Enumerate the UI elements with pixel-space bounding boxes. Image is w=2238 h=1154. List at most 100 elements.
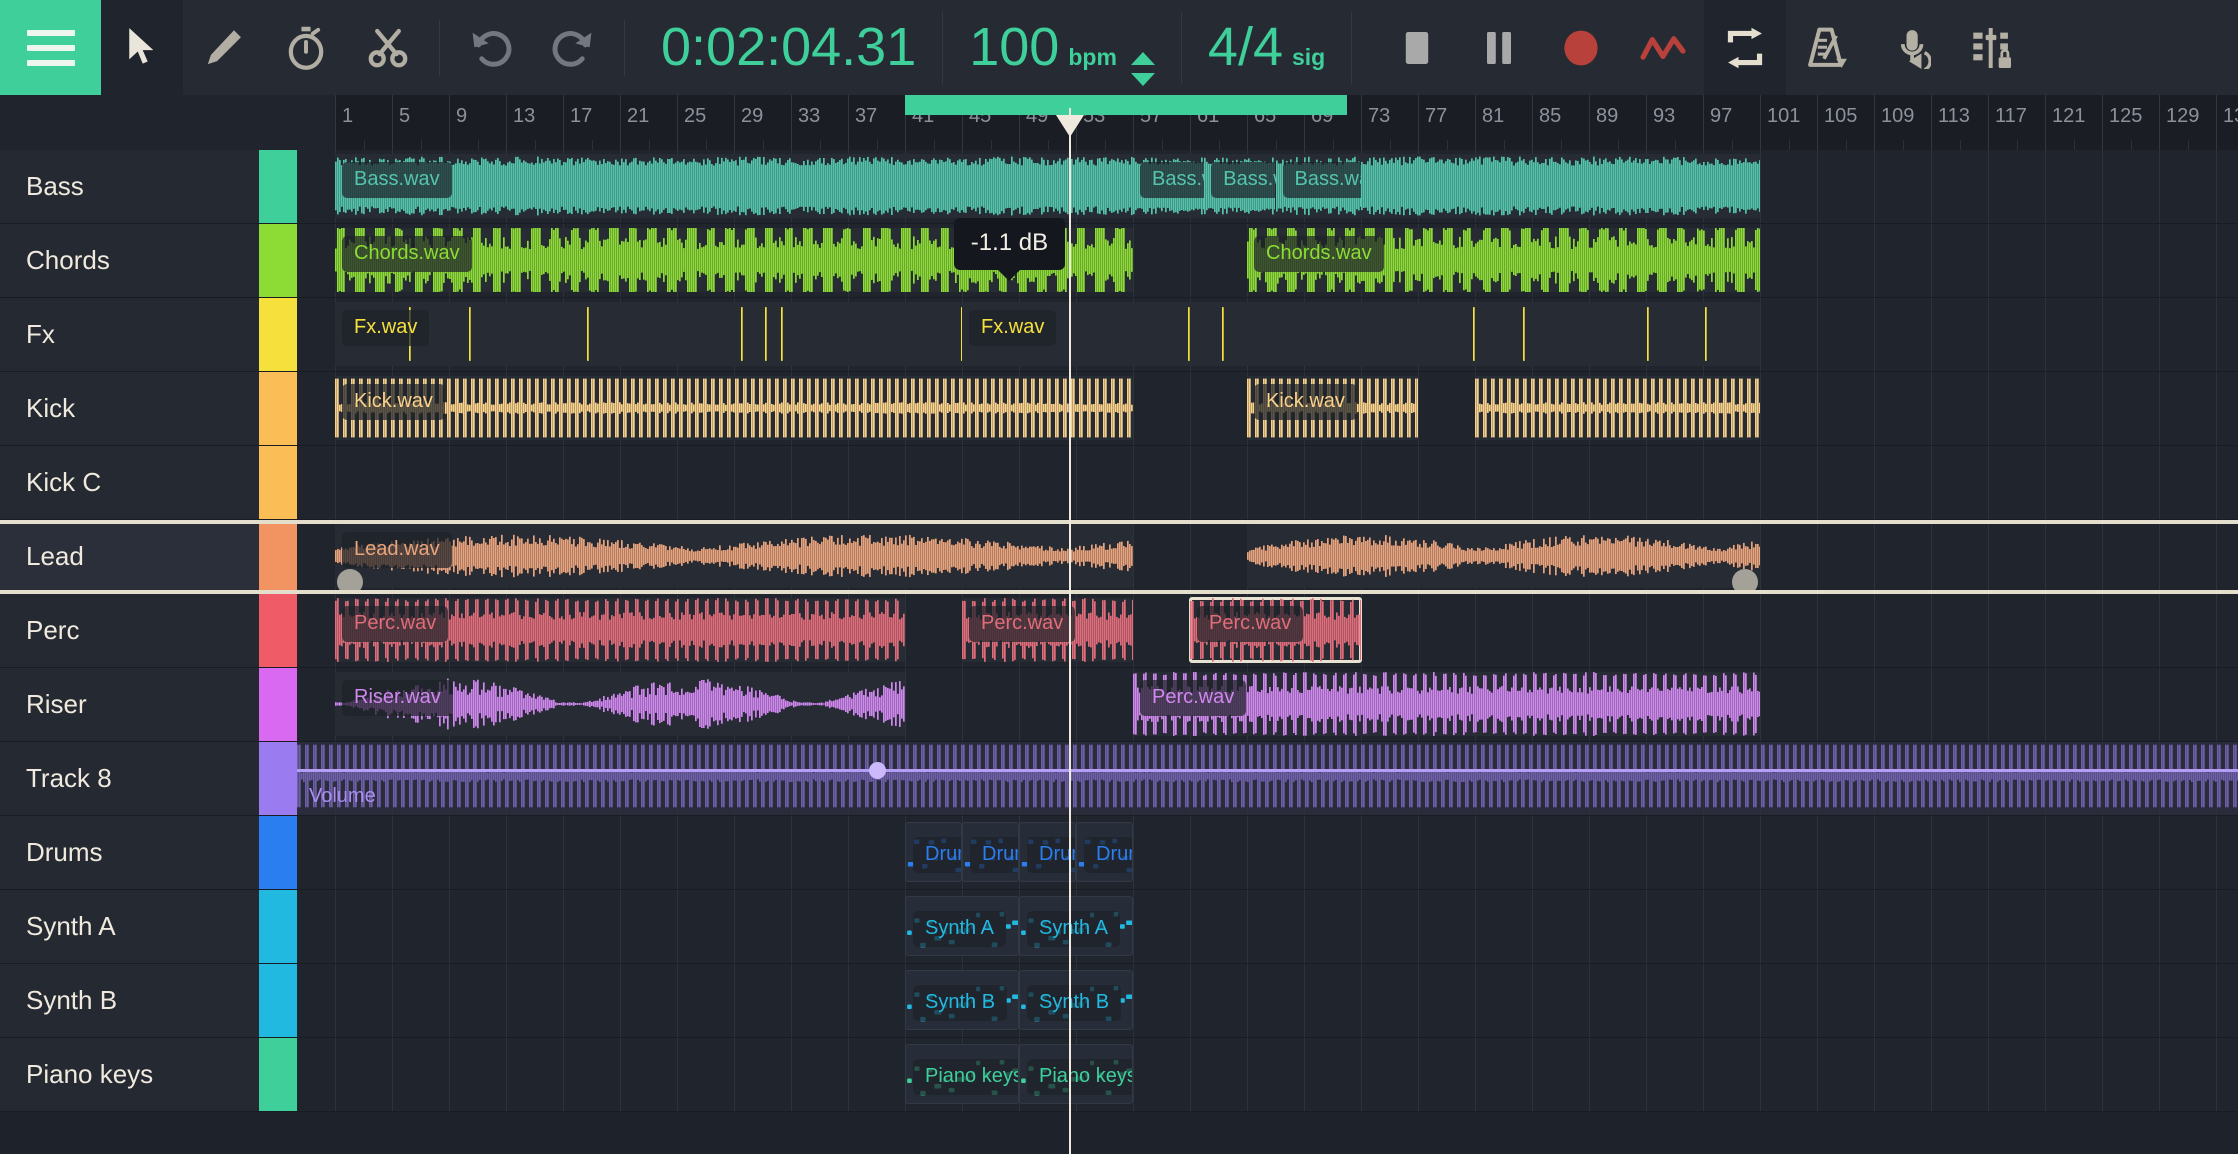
track-color-swatch[interactable] [259, 816, 297, 889]
record-button[interactable] [1540, 0, 1622, 95]
tempo-down-icon[interactable] [1130, 73, 1155, 86]
track-color-swatch[interactable] [259, 1038, 297, 1111]
audio-clip[interactable] [1247, 524, 1760, 588]
audio-clip[interactable]: Bass.wav [335, 154, 1133, 218]
audio-clip[interactable]: Kick.wav [335, 376, 1133, 440]
stop-button[interactable] [1376, 0, 1458, 95]
track-header-synth-b[interactable]: Synth B [0, 964, 297, 1038]
pause-button[interactable] [1458, 0, 1540, 95]
track-header-kick-c[interactable]: Kick C [0, 446, 297, 520]
undo-button[interactable] [450, 0, 532, 95]
track-color-swatch[interactable] [259, 520, 297, 593]
track-header-riser[interactable]: Riser [0, 668, 297, 742]
track-header-fx[interactable]: Fx [0, 298, 297, 372]
timestretch-tool[interactable] [265, 0, 347, 95]
midi-clip[interactable]: Synth B [905, 970, 1019, 1030]
audio-clip[interactable] [1247, 302, 1760, 366]
audio-clip[interactable] [1475, 376, 1760, 440]
automation-point[interactable] [868, 762, 886, 779]
track-color-swatch[interactable] [259, 446, 297, 519]
track-header-lead[interactable]: Lead [0, 520, 297, 594]
loop-region-bar[interactable] [905, 95, 1347, 115]
audio-clip[interactable]: Fx.wav [335, 302, 905, 366]
midi-clip[interactable]: Drum [1019, 822, 1076, 882]
tempo-display[interactable]: 100 bpm [943, 0, 1181, 95]
midi-clip[interactable]: Synth B [1019, 970, 1133, 1030]
track-header-bass[interactable]: Bass [0, 150, 297, 224]
midi-clip[interactable]: Piano keys [905, 1044, 1019, 1104]
track-color-swatch[interactable] [259, 150, 297, 223]
audio-clip[interactable]: Perc.wav [962, 598, 1133, 662]
hamburger-menu-icon[interactable] [0, 0, 101, 95]
track-lane[interactable]: Bass.wavBass.wavBass.wavBass.wav [297, 150, 2238, 224]
audio-clip[interactable] [905, 302, 962, 366]
track-lane[interactable]: DrumDrumDrumDrum [297, 816, 2238, 890]
track-header-drums[interactable]: Drums [0, 816, 297, 890]
playhead-handle[interactable] [1056, 115, 1085, 137]
midi-clip[interactable]: Piano keys [1019, 1044, 1133, 1104]
loop-toggle[interactable] [1704, 0, 1787, 95]
timesignature-display[interactable]: 4/4 sig [1182, 0, 1351, 95]
audio-clip[interactable]: Fx.wav [962, 302, 1247, 366]
track-lane[interactable]: Synth B Synth B [297, 964, 2238, 1038]
track-lane[interactable]: Perc.wav Perc.wav Perc.wav [297, 594, 2238, 668]
track-header-chords[interactable]: Chords [0, 224, 297, 298]
audio-clip[interactable]: Perc.wav [1189, 597, 1362, 663]
track-lane[interactable] [297, 446, 2238, 520]
select-tool[interactable] [101, 0, 183, 95]
metronome-button[interactable] [1786, 0, 1868, 95]
redo-button[interactable] [532, 0, 614, 95]
monitor-button[interactable] [1868, 0, 1950, 95]
cut-tool[interactable] [347, 0, 429, 95]
midi-clip[interactable]: Drum [1076, 822, 1133, 882]
tempo-stepper[interactable] [1130, 52, 1155, 86]
audio-clip[interactable]: Bass.wav [1133, 154, 1205, 218]
time-display[interactable]: 0:02:04.31 [635, 0, 942, 95]
track-lane[interactable]: Volume [297, 742, 2238, 816]
grid-line [620, 890, 621, 963]
track-lane[interactable]: Kick.wav Kick.wav [297, 372, 2238, 446]
midi-clip[interactable]: Synth A [905, 896, 1019, 956]
track-lane[interactable]: Fx.wav Fx.wav [297, 298, 2238, 372]
track-color-swatch[interactable] [259, 372, 297, 445]
audio-clip[interactable]: Riser.wav [335, 672, 905, 736]
track-header-piano-keys[interactable]: Piano keys [0, 1038, 297, 1112]
audio-clip[interactable]: Bass.wav [1275, 154, 1361, 218]
tempo-up-icon[interactable] [1130, 52, 1155, 65]
mixer-lock-button[interactable] [1950, 0, 2032, 95]
track-lane[interactable]: Lead.wav [297, 520, 2238, 594]
grid-line [2159, 1038, 2160, 1111]
grid-line [2216, 594, 2217, 667]
audio-clip[interactable]: Perc.wav [1133, 672, 1760, 736]
track-lane[interactable]: Piano keys Piano keys [297, 1038, 2238, 1112]
ruler-bar-number: 77 [1425, 105, 1448, 127]
track-color-swatch[interactable] [259, 668, 297, 741]
audio-clip[interactable] [1361, 154, 1760, 218]
track-color-swatch[interactable] [259, 298, 297, 371]
timeline-ruler[interactable]: 1 5 9 13 17 21 25 29 33 37 41 45 49 53 57 61 65 69 73 77 81 8… [0, 95, 2238, 150]
track-header-kick[interactable]: Kick [0, 372, 297, 446]
track-header-track-8[interactable]: Track 8 [0, 742, 297, 816]
audio-clip[interactable]: Kick.wav [1247, 376, 1418, 440]
track-color-swatch[interactable] [259, 224, 297, 297]
audio-clip[interactable]: Chords.wav [1247, 228, 1760, 292]
track-color-swatch[interactable] [259, 890, 297, 963]
draw-tool[interactable] [183, 0, 265, 95]
track-color-swatch[interactable] [259, 594, 297, 667]
audio-clip[interactable]: Lead.wav [335, 524, 1133, 588]
midi-clip[interactable]: Synth A [1019, 896, 1133, 956]
track-header-perc[interactable]: Perc [0, 594, 297, 668]
track-lane[interactable]: Riser.wav Perc.wav [297, 668, 2238, 742]
track-color-swatch[interactable] [259, 742, 297, 815]
automation-button[interactable] [1622, 0, 1704, 95]
automation-line[interactable] [297, 769, 2238, 772]
track-color-swatch[interactable] [259, 964, 297, 1037]
audio-clip[interactable]: Perc.wav [335, 598, 905, 662]
track-lane[interactable]: Chords.wav Chords.wav [297, 224, 2238, 298]
midi-clip[interactable]: Drum [905, 822, 962, 882]
audio-clip[interactable]: Bass.wav [1204, 154, 1276, 218]
track-lane[interactable]: Synth A Synth A [297, 890, 2238, 964]
track-row: Synth B Synth B Synth B [0, 964, 2238, 1038]
track-header-synth-a[interactable]: Synth A [0, 890, 297, 964]
midi-clip[interactable]: Drum [962, 822, 1019, 882]
